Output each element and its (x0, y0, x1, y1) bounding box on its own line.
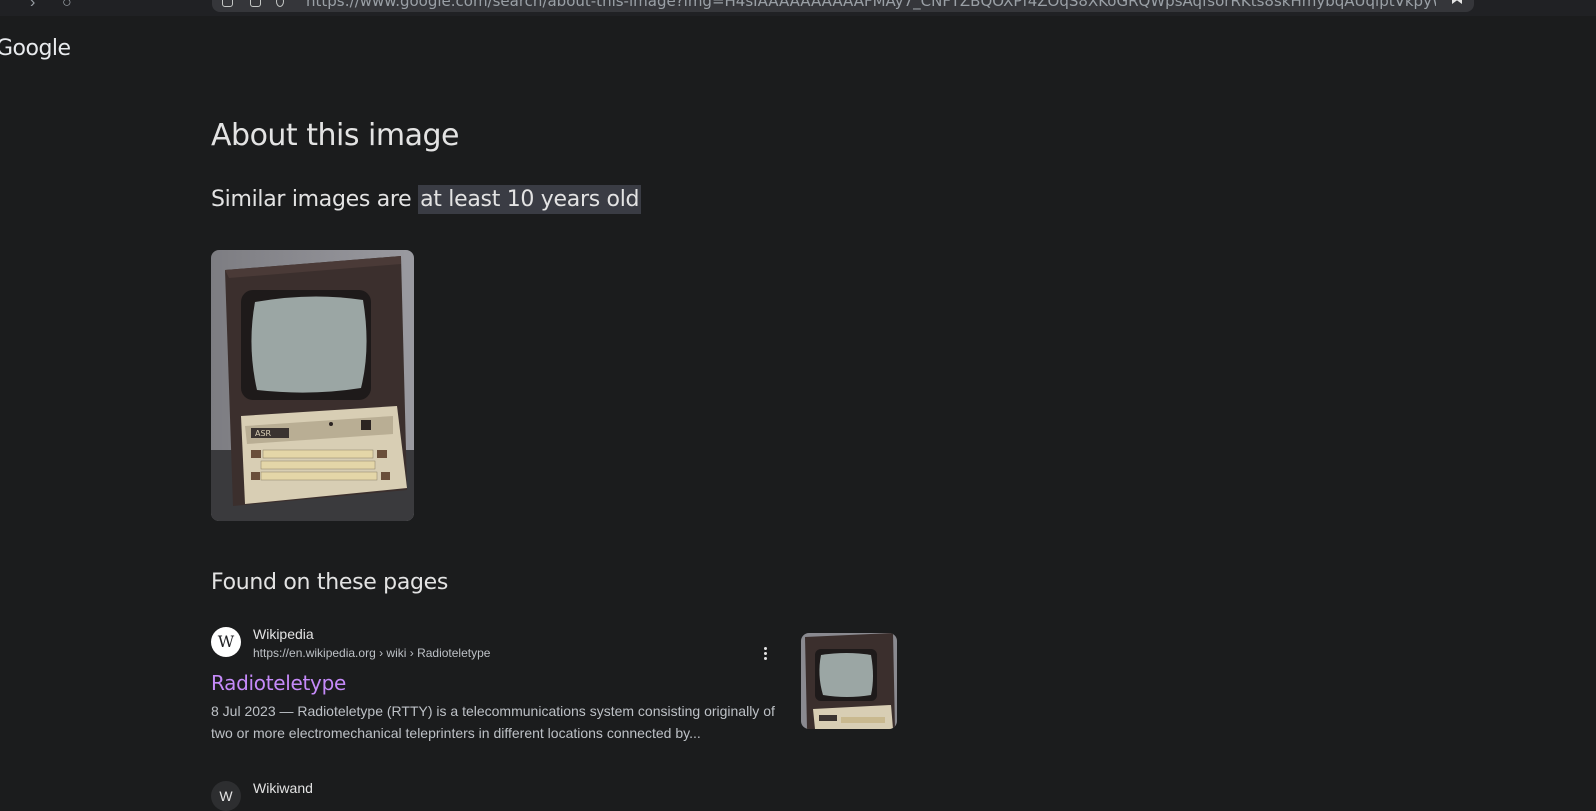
wikiwand-favicon-icon[interactable]: W (211, 781, 241, 811)
result-site-name[interactable]: Wikipedia (253, 626, 314, 642)
browser-toolbar: › ○ https://www.google.com/search/about-… (0, 0, 1596, 16)
image-age-line: Similar images are at least 10 years old (211, 185, 642, 214)
page-title: About this image (211, 118, 459, 153)
result-site-name[interactable]: Wikiwand (253, 780, 313, 796)
age-prefix: Similar images are (211, 187, 419, 212)
result-snippet: 8 Jul 2023 — Radioteletype (RTTY) is a t… (211, 703, 775, 741)
address-bar[interactable]: https://www.google.com/search/about-this… (212, 0, 1474, 12)
forward-icon[interactable]: › (30, 0, 35, 12)
wikipedia-favicon-icon[interactable]: W (211, 627, 241, 657)
url-text[interactable]: https://www.google.com/search/about-this… (306, 0, 1436, 10)
result-title-link[interactable]: Radioteletype (211, 671, 346, 695)
svg-text:ASR: ASR (255, 429, 272, 438)
more-options-icon[interactable] (764, 647, 768, 661)
found-section-title: Found on these pages (211, 570, 449, 595)
tune-icon[interactable] (276, 0, 284, 7)
google-logo[interactable]: Google (0, 36, 71, 61)
age-highlight: at least 10 years old (418, 185, 642, 214)
result-url[interactable]: https://en.wikipedia.org › wiki › Radiot… (253, 646, 490, 660)
site-info-icon[interactable] (222, 0, 233, 7)
result-thumbnail[interactable] (801, 633, 897, 729)
bookmark-icon[interactable] (1452, 0, 1462, 4)
lock-icon[interactable] (250, 0, 261, 7)
reload-icon[interactable]: ○ (62, 0, 72, 12)
terminal-image[interactable]: ASR (211, 250, 414, 521)
